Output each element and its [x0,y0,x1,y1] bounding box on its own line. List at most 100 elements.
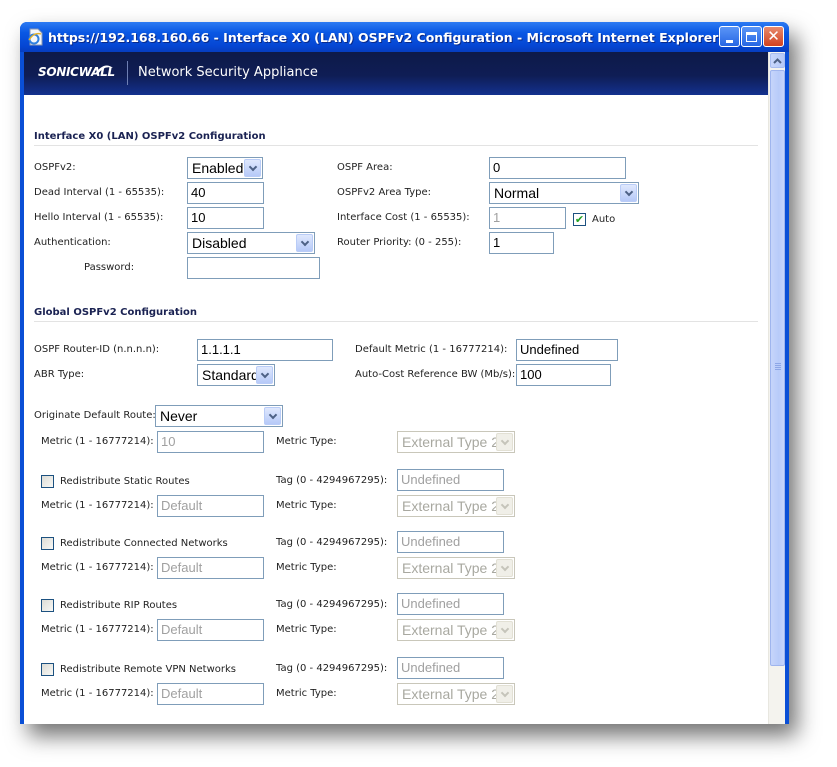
redistribute-static-checkbox[interactable] [41,475,54,488]
abr-type-select[interactable]: Standard [197,364,275,386]
originate-default-route-select[interactable]: Never [155,405,283,427]
tag-label: Tag (0 - 4294967295): [276,475,388,486]
originate-metric-input[interactable]: 10 [157,431,264,453]
interface-cost-label: Interface Cost (1 - 65535): [337,212,470,223]
chevron-down-icon [296,234,313,252]
chevron-down-icon [620,184,637,202]
metric-type-value: External Type 2 [402,498,500,514]
check-icon: ✔ [574,213,585,226]
auto-cost-bw-label: Auto-Cost Reference BW (Mb/s): [355,369,516,380]
minimize-icon [726,39,733,43]
metric-type-select[interactable]: External Type 2 [397,683,515,705]
abr-type-value: Standard [202,367,259,383]
area-type-value: Normal [494,185,540,201]
metric-type-select[interactable]: External Type 2 [397,557,515,579]
abr-type-label: ABR Type: [34,369,85,380]
originate-metric-label: Metric (1 - 16777214): [41,436,154,447]
metric-input[interactable]: Default [157,683,264,705]
router-id-input[interactable]: 1.1.1.1 [197,339,333,361]
maximize-button[interactable] [741,26,762,47]
metric-type-select[interactable]: External Type 2 [397,495,515,517]
auto-cost-bw-input[interactable]: 100 [516,364,611,386]
default-metric-label: Default Metric (1 - 16777214): [355,344,508,355]
authentication-value: Disabled [192,235,247,251]
scroll-up-button[interactable] [770,53,785,68]
area-type-label: OSPFv2 Area Type: [337,187,431,198]
router-id-label: OSPF Router-ID (n.n.n.n): [34,344,160,355]
section-divider [34,321,758,322]
default-metric-input[interactable]: Undefined [516,339,618,361]
ospfv2-value: Enabled [192,160,244,176]
redistribute-remote-vpn-checkbox[interactable] [41,663,54,676]
redistribute-rip-label: Redistribute RIP Routes [60,600,178,611]
router-priority-label: Router Priority: (0 - 255): [337,237,462,248]
tag-input[interactable]: Undefined [397,469,504,491]
chevron-down-icon [244,159,261,177]
banner-divider [127,61,128,85]
hello-interval-input[interactable]: 10 [187,207,264,229]
chevron-down-icon [496,685,513,703]
router-priority-input[interactable]: 1 [489,232,554,254]
dead-interval-input[interactable]: 40 [187,182,264,204]
redistribute-remote-vpn-label: Redistribute Remote VPN Networks [60,664,236,675]
tag-input[interactable]: Undefined [397,593,504,615]
hello-interval-label: Hello Interval (1 - 65535): [34,212,164,223]
browser-window: https://192.168.160.66 - Interface X0 (L… [20,22,789,724]
banner-title: Network Security Appliance [138,65,318,80]
title-bar[interactable]: https://192.168.160.66 - Interface X0 (L… [20,22,789,52]
metric-input[interactable]: Default [157,619,264,641]
metric-type-label: Metric Type: [276,562,337,573]
metric-label: Metric (1 - 16777214): [41,624,154,635]
originate-default-route-label: Originate Default Route: [34,410,156,421]
chevron-down-icon [496,621,513,639]
logo-swoosh-icon [95,65,113,74]
config-form: Interface X0 (LAN) OSPFv2 Configuration … [24,95,768,724]
chevron-down-icon [496,559,513,577]
password-input[interactable] [187,257,320,279]
minimize-button[interactable] [719,26,740,47]
metric-type-label: Metric Type: [276,500,337,511]
originate-metric-type-select[interactable]: External Type 2 [397,431,515,453]
tag-input[interactable]: Undefined [397,657,504,679]
metric-input[interactable]: Default [157,495,264,517]
metric-type-select[interactable]: External Type 2 [397,619,515,641]
redistribute-static-label: Redistribute Static Routes [60,476,190,487]
tag-label: Tag (0 - 4294967295): [276,663,388,674]
originate-default-route-value: Never [160,408,198,424]
tag-input[interactable]: Undefined [397,531,504,553]
metric-type-value: External Type 2 [402,560,500,576]
redistribute-rip-checkbox[interactable] [41,599,54,612]
redistribute-connected-checkbox[interactable] [41,537,54,550]
browser-content: SONICWALL Network Security Appliance Int… [24,52,785,724]
metric-type-label: Metric Type: [276,624,337,635]
originate-metric-type-value: External Type 2 [402,434,500,450]
password-label: Password: [84,262,135,273]
scroll-thumb[interactable] [770,70,785,666]
tag-label: Tag (0 - 4294967295): [276,537,388,548]
maximize-icon [746,31,757,42]
metric-label: Metric (1 - 16777214): [41,562,154,573]
grip-icon [775,363,781,371]
header-banner: SONICWALL Network Security Appliance [24,52,768,95]
vertical-scrollbar[interactable] [768,52,785,724]
chevron-down-icon [256,366,273,384]
metric-type-value: External Type 2 [402,622,500,638]
chevron-down-icon [496,497,513,515]
chevron-down-icon [264,407,281,425]
ospf-area-input[interactable]: 0 [489,157,626,179]
interface-cost-input[interactable]: 1 [489,207,566,229]
close-button[interactable]: ✕ [763,26,784,47]
authentication-label: Authentication: [34,237,111,248]
area-type-select[interactable]: Normal [489,182,639,204]
tag-label: Tag (0 - 4294967295): [276,599,388,610]
chevron-down-icon [496,433,513,451]
window-title: https://192.168.160.66 - Interface X0 (L… [48,30,719,45]
auto-cost-checkbox[interactable]: ✔ [573,213,586,226]
authentication-select[interactable]: Disabled [187,232,315,254]
section-divider [34,145,758,146]
originate-metric-type-label: Metric Type: [276,436,337,447]
global-section-title: Global OSPFv2 Configuration [34,307,198,318]
metric-input[interactable]: Default [157,557,264,579]
ie-page-icon [28,28,43,46]
ospfv2-select[interactable]: Enabled [187,157,263,179]
